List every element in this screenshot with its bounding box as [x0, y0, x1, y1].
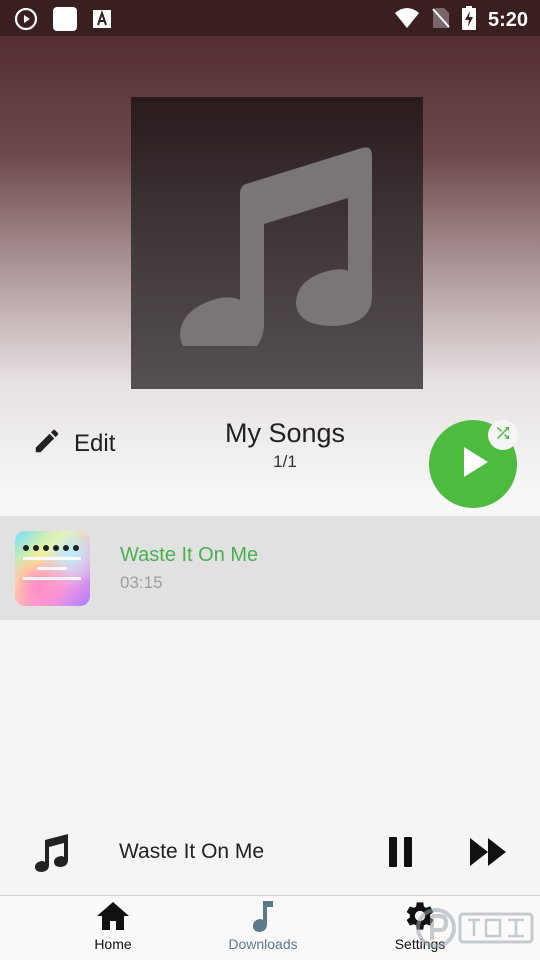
music-note-icon [251, 899, 275, 938]
shuffle-icon [494, 424, 512, 447]
edit-label: Edit [74, 429, 116, 457]
nav-downloads-label: Downloads [228, 936, 298, 952]
home-icon [96, 900, 130, 937]
battery-charging-icon [461, 6, 476, 35]
mini-player[interactable]: Waste It On Me [0, 812, 540, 894]
song-duration: 03:15 [120, 573, 163, 592]
watermark-logo [414, 902, 538, 956]
album-art [131, 97, 423, 389]
edit-button[interactable]: Edit [32, 426, 115, 461]
nav-home[interactable]: Home [53, 900, 173, 960]
pause-button[interactable] [386, 835, 416, 869]
nav-downloads[interactable]: Downloads [203, 900, 323, 960]
status-time: 5:20 [487, 9, 528, 31]
song-list-item[interactable]: Waste It On Me 03:15 [0, 516, 540, 620]
font-a-icon [92, 9, 112, 34]
playlist-title: My Songs [224, 418, 346, 448]
pencil-icon [32, 426, 62, 461]
nav-home-label: Home [94, 936, 132, 952]
play-circle-icon [14, 7, 38, 36]
music-note-icon [32, 832, 72, 877]
song-thumbnail [15, 531, 90, 606]
status-bar: 5:20 [0, 0, 540, 36]
song-title: Waste It On Me [120, 544, 259, 566]
music-note-icon [172, 136, 382, 360]
app-square-icon [52, 6, 78, 37]
now-playing-title: Waste It On Me [119, 840, 265, 863]
no-sim-icon [432, 7, 450, 34]
play-icon [453, 442, 493, 487]
shuffle-button[interactable] [488, 420, 518, 450]
fast-forward-button[interactable] [468, 836, 508, 868]
playlist-count: 1/1 [273, 452, 297, 471]
playlist-header: Edit My Songs 1/1 [0, 36, 540, 516]
wifi-icon [394, 7, 420, 34]
